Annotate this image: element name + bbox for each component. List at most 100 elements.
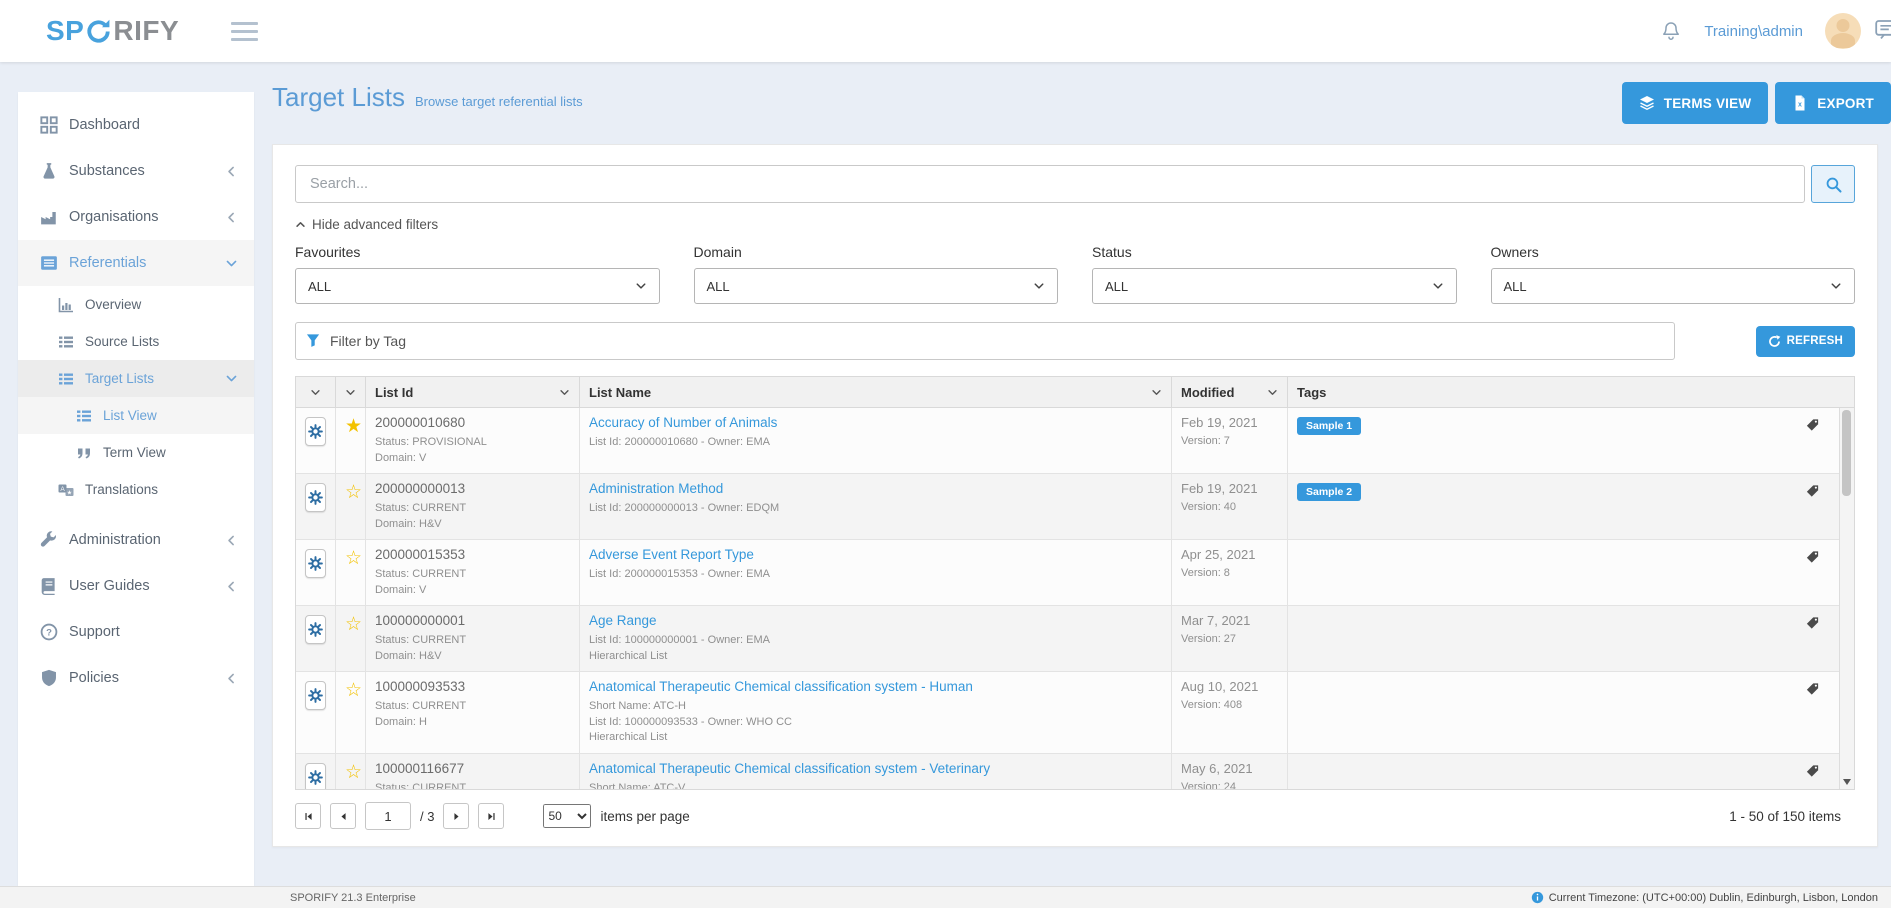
column-header-favourite[interactable] [336, 377, 366, 407]
table-scrollbar-thumb[interactable] [1842, 410, 1851, 496]
row-settings-button[interactable] [305, 681, 326, 710]
list-name-link[interactable]: Administration Method [589, 481, 1162, 496]
favourites-select[interactable]: ALL [295, 268, 660, 304]
list-status: Status: CURRENT [375, 633, 570, 649]
list-name-link[interactable]: Anatomical Therapeutic Chemical classifi… [589, 679, 1162, 694]
status-select[interactable]: ALL [1092, 268, 1457, 304]
column-header-actions[interactable] [296, 377, 336, 407]
owners-select[interactable]: ALL [1491, 268, 1856, 304]
sidebar-item-term-view[interactable]: Term View [18, 434, 254, 471]
sidebar-item-target-lists[interactable]: Target Lists [18, 360, 254, 397]
column-header-modified[interactable]: Modified [1172, 377, 1288, 407]
sidebar-item-source-lists[interactable]: Source Lists [18, 323, 254, 360]
hide-advanced-filters-toggle[interactable]: Hide advanced filters [295, 217, 1855, 232]
list-detail: List Id: 100000000001 - Owner: EMA [589, 633, 1162, 649]
sidebar-item-label: Term View [103, 445, 166, 460]
row-settings-button[interactable] [305, 763, 326, 790]
sidebar-item-user-guides[interactable]: User Guides [18, 563, 254, 609]
filter-by-tag-input[interactable] [295, 322, 1675, 360]
app-logo[interactable]: SP RIFY [46, 15, 179, 47]
sidebar-item-dashboard[interactable]: Dashboard [18, 102, 254, 148]
modified-date: Apr 25, 2021 [1181, 547, 1278, 562]
row-settings-button[interactable] [305, 483, 326, 512]
export-file-icon: x [1792, 95, 1808, 111]
list-name-link[interactable]: Age Range [589, 613, 1162, 628]
filter-label: Owners [1491, 244, 1856, 260]
top-header: SP RIFY Training\admin [0, 0, 1891, 62]
cell-actions [296, 672, 336, 753]
pagination: / 3 50 items per page 1 - 50 of 150 item… [295, 802, 1855, 830]
chat-bubble-icon[interactable] [1875, 18, 1891, 42]
chevron-left-icon [225, 211, 238, 224]
tag-icon[interactable] [1805, 484, 1820, 499]
list-domain: Domain: H&V [375, 517, 570, 533]
tag-icon[interactable] [1805, 682, 1820, 697]
cell-modified: Aug 10, 2021 Version: 408 [1172, 672, 1288, 753]
column-header-list-name[interactable]: List Name [580, 377, 1172, 407]
sidebar-item-administration[interactable]: Administration [18, 517, 254, 563]
search-button[interactable] [1811, 165, 1855, 203]
page-head: Target Lists Browse target referential l… [272, 62, 1891, 128]
export-button[interactable]: x EXPORT [1775, 82, 1891, 124]
sidebar-toggle-hamburger-icon[interactable] [231, 22, 258, 41]
list-name-link[interactable]: Anatomical Therapeutic Chemical classifi… [589, 761, 1162, 776]
scroll-down-arrow-icon[interactable] [1843, 779, 1851, 785]
chevron-up-icon [295, 219, 306, 230]
favourite-star-icon[interactable]: ★ [345, 417, 362, 436]
modified-date: Mar 7, 2021 [1181, 613, 1278, 628]
sidebar-item-support[interactable]: ? Support [18, 609, 254, 655]
list-alt-icon [40, 254, 58, 272]
cell-list-name: Age Range List Id: 100000000001 - Owner:… [580, 606, 1172, 671]
search-input[interactable] [295, 165, 1805, 203]
sidebar-item-substances[interactable]: Substances [18, 148, 254, 194]
tag-icon[interactable] [1805, 764, 1820, 779]
notifications-bell-icon[interactable] [1660, 20, 1682, 42]
domain-select[interactable]: ALL [694, 268, 1059, 304]
page-number-input[interactable] [365, 802, 411, 830]
modified-date: Feb 19, 2021 [1181, 415, 1278, 430]
list-detail: Hierarchical List [589, 730, 1162, 746]
table-row: ☆ 100000116677 Status: CURRENT Domain: V… [296, 754, 1840, 790]
user-avatar[interactable] [1825, 13, 1861, 49]
sidebar-item-label: Substances [69, 163, 145, 179]
sidebar-item-policies[interactable]: Policies [18, 655, 254, 701]
tag-icon[interactable] [1805, 616, 1820, 631]
sidebar-item-overview[interactable]: Overview [18, 286, 254, 323]
last-page-button[interactable] [478, 803, 504, 829]
column-header-tags[interactable]: Tags [1288, 377, 1840, 407]
column-header-list-id[interactable]: List Id [366, 377, 580, 407]
favourite-star-icon[interactable]: ☆ [345, 681, 362, 700]
first-page-button[interactable] [295, 803, 321, 829]
row-settings-button[interactable] [305, 549, 326, 578]
refresh-button[interactable]: REFRESH [1756, 326, 1855, 357]
row-settings-button[interactable] [305, 417, 326, 446]
favourite-star-icon[interactable]: ☆ [345, 615, 362, 634]
filter-select-value: ALL [1504, 279, 1527, 294]
items-per-page-select[interactable]: 50 [543, 804, 591, 828]
list-name-link[interactable]: Adverse Event Report Type [589, 547, 1162, 562]
sidebar-item-list-view[interactable]: List View [18, 397, 254, 434]
logo-text-rify: RIFY [113, 15, 179, 47]
favourite-star-icon[interactable]: ☆ [345, 763, 362, 782]
sidebar-item-referentials[interactable]: Referentials [18, 240, 254, 286]
cell-list-id: 100000000001 Status: CURRENT Domain: H&V [366, 606, 580, 671]
prev-page-button[interactable] [330, 803, 356, 829]
logo-refresh-icon [85, 18, 112, 45]
sidebar-item-organisations[interactable]: Organisations [18, 194, 254, 240]
tag-icon[interactable] [1805, 418, 1820, 433]
cell-favourite: ★ [336, 408, 366, 473]
next-page-button[interactable] [443, 803, 469, 829]
favourite-star-icon[interactable]: ☆ [345, 549, 362, 568]
sidebar-item-translations[interactable]: A★ Translations [18, 471, 254, 508]
favourite-star-icon[interactable]: ☆ [345, 483, 362, 502]
list-name-link[interactable]: Accuracy of Number of Animals [589, 415, 1162, 430]
user-menu[interactable]: Training\admin [1704, 23, 1803, 40]
funnel-filter-icon [306, 333, 321, 348]
terms-view-button[interactable]: TERMS VIEW [1622, 82, 1769, 124]
table-scrollbar[interactable] [1839, 408, 1854, 789]
list-status: Status: CURRENT [375, 501, 570, 517]
chevron-left-icon [225, 580, 238, 593]
cell-list-name: Administration Method List Id: 200000000… [580, 474, 1172, 539]
row-settings-button[interactable] [305, 615, 326, 644]
tag-icon[interactable] [1805, 550, 1820, 565]
